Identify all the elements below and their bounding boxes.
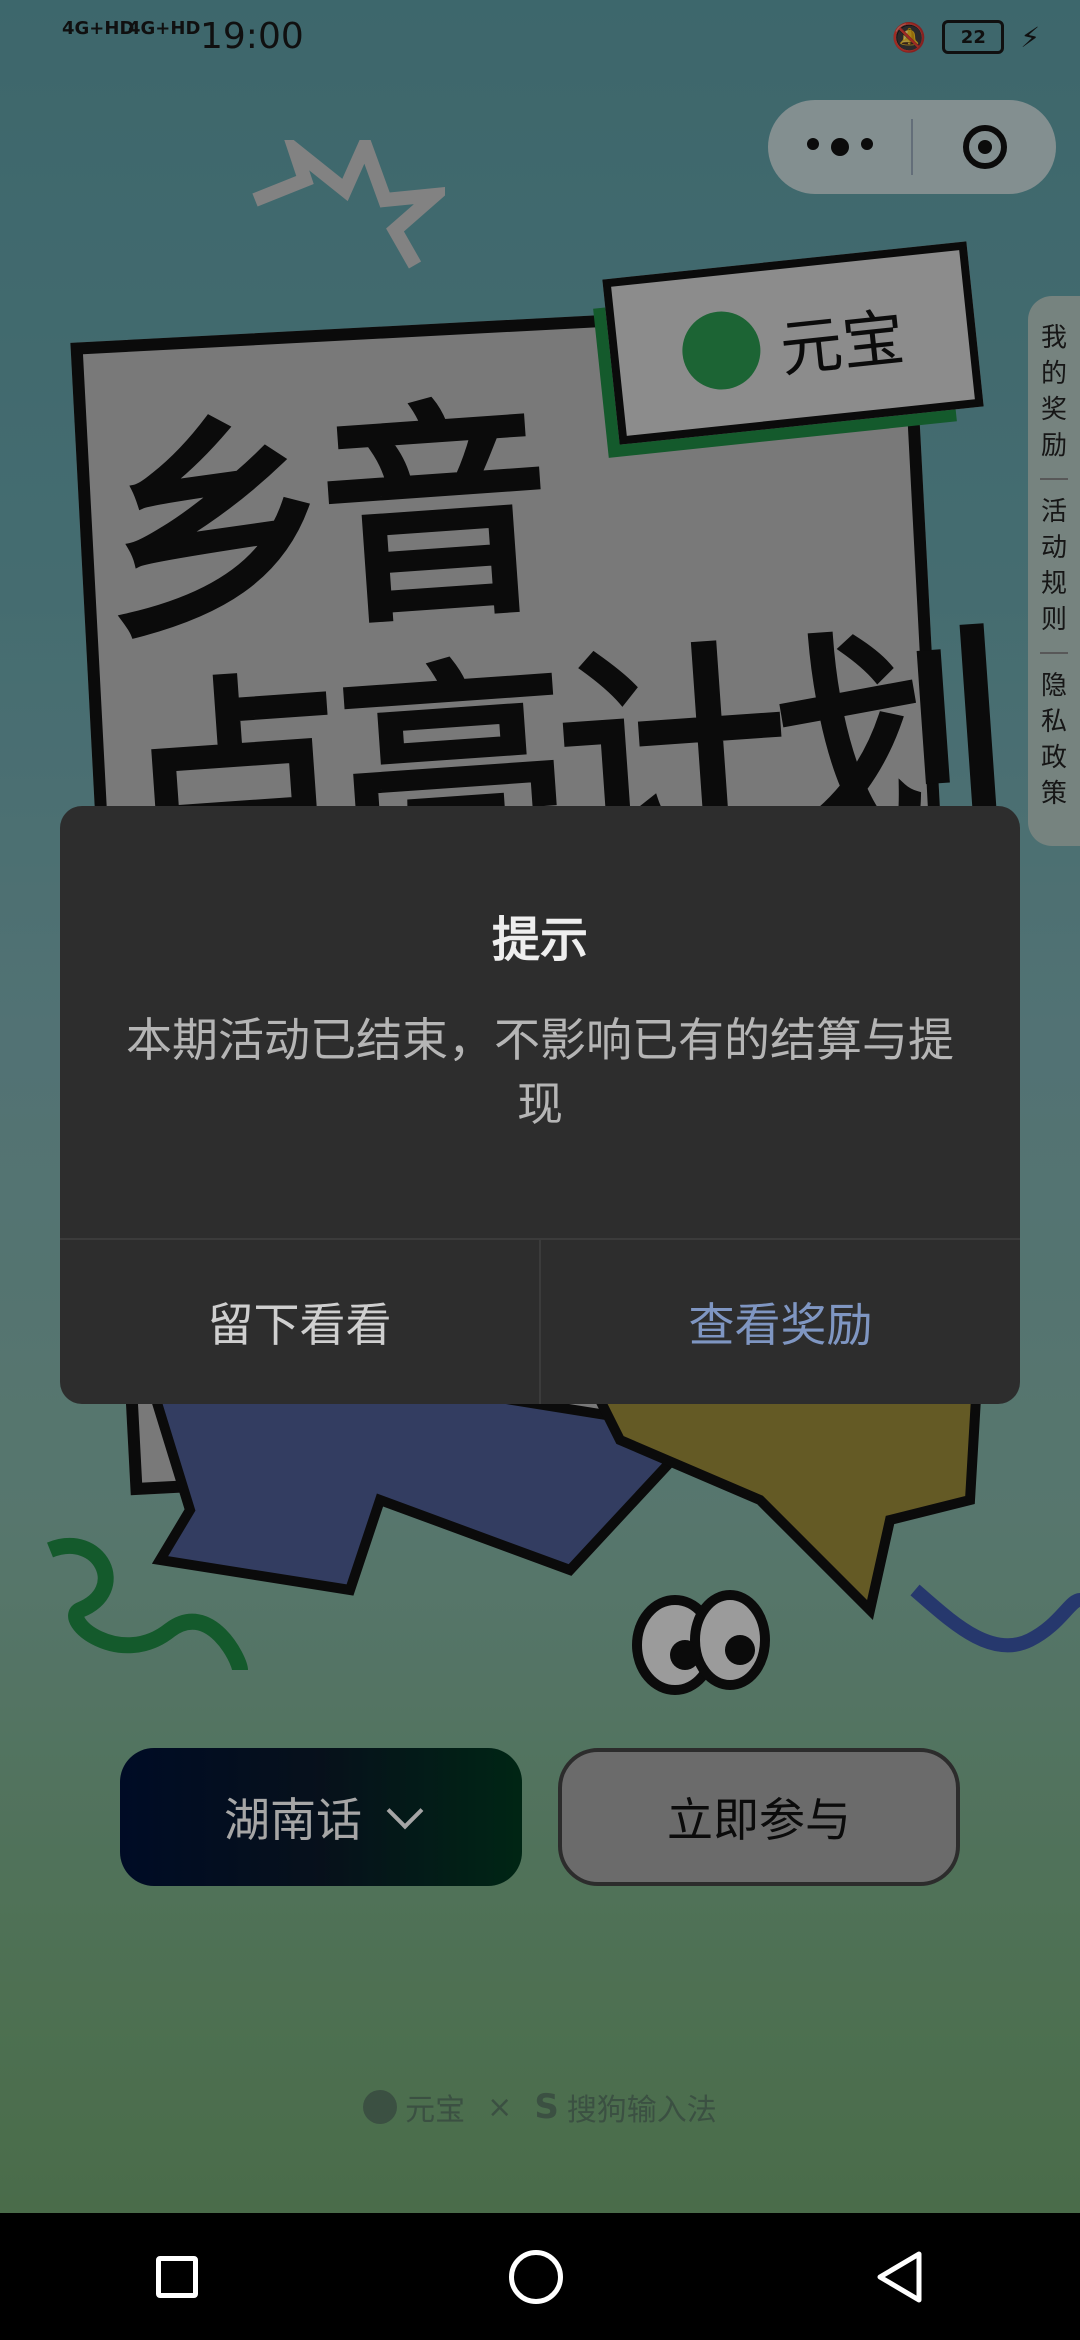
system-nav-bar bbox=[0, 2213, 1080, 2340]
dialog-title: 提示 bbox=[491, 912, 588, 968]
recent-apps-icon[interactable] bbox=[155, 2255, 198, 2298]
screen: 4G+HD 4G+HD 19:00 🔕 22 ⚡ 乡音 点亮计划 元宝 我的奖励… bbox=[0, 0, 1080, 2340]
dialog-message: 本期活动已结束，不影响已有的结算与提现 bbox=[126, 1013, 954, 1131]
home-icon[interactable] bbox=[508, 2249, 563, 2304]
back-icon[interactable] bbox=[874, 2250, 924, 2304]
view-rewards-button[interactable]: 查看奖励 bbox=[541, 1240, 1020, 1404]
stay-button[interactable]: 留下看看 bbox=[60, 1240, 539, 1404]
notice-dialog: 提示 本期活动已结束，不影响已有的结算与提现 留下看看 查看奖励 bbox=[60, 806, 1020, 1404]
